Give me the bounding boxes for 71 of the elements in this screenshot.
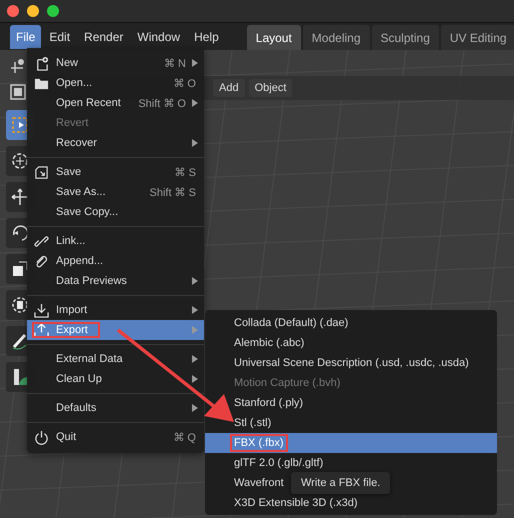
frame-icon[interactable] <box>8 82 28 102</box>
menu-item[interactable]: Recover <box>27 133 204 153</box>
menu-item[interactable]: Save ⌘ S <box>27 162 204 182</box>
submenu-arrow-icon <box>192 375 198 383</box>
workspace-tab[interactable]: UV Editing <box>440 25 514 50</box>
shortcut-text: ⌘ N <box>164 56 186 70</box>
menu-item[interactable]: Open Recent Shift ⌘ O <box>27 93 204 113</box>
menu-item[interactable]: Wavefront <box>205 473 286 493</box>
move-arrows-icon <box>10 187 30 207</box>
menu-item[interactable]: Render <box>78 24 130 48</box>
shortcut-text: ⌘ S <box>174 166 196 178</box>
import-icon <box>34 302 49 318</box>
new-file-icon <box>34 56 49 70</box>
menu-item[interactable]: Edit <box>43 24 76 48</box>
menu-item[interactable]: Save Copy... <box>27 202 204 222</box>
menu-item[interactable]: Open... ⌘ O <box>27 73 204 93</box>
header-menu-button[interactable]: Object <box>248 79 292 97</box>
submenu-arrow-icon <box>192 306 198 314</box>
menu-item[interactable]: New ⌘ N <box>27 53 204 73</box>
submenu-arrow-icon <box>192 99 198 107</box>
submenu-arrow-icon <box>192 355 198 363</box>
rotate-icon <box>10 223 30 243</box>
highlight-frame <box>32 322 100 338</box>
workspace-tab[interactable]: Layout <box>246 25 301 50</box>
menu-item[interactable]: X3D Extensible 3D (.x3d) <box>205 493 360 513</box>
header-menu-button[interactable]: Add <box>213 79 245 97</box>
menu-item[interactable]: Help <box>188 24 225 48</box>
menu-item[interactable]: File <box>10 24 42 48</box>
menu-item[interactable]: Data Previews <box>27 271 204 291</box>
menu-item[interactable]: Append... <box>27 251 204 271</box>
select-box-icon <box>10 115 30 135</box>
menu-item[interactable]: Save As... Shift ⌘ S <box>27 182 204 202</box>
shortcut-text: ⌘ Q <box>173 430 196 444</box>
zoom-button[interactable] <box>47 5 59 17</box>
minimize-button[interactable] <box>27 5 39 17</box>
menu-item[interactable]: Link... <box>27 231 204 251</box>
menu-item[interactable]: Window <box>131 24 186 48</box>
submenu-arrow-icon <box>192 404 198 412</box>
save-icon <box>34 164 49 180</box>
power-icon <box>34 430 49 444</box>
menu-item[interactable]: Collada (Default) (.dae) <box>205 313 350 333</box>
menu-item[interactable]: Stanford (.ply) <box>205 393 306 413</box>
menu-item[interactable]: External Data <box>27 349 204 369</box>
menu-item[interactable]: FBX (.fbx) <box>205 433 497 453</box>
scale-icon <box>10 259 30 279</box>
paperclip-icon <box>34 254 49 268</box>
menu-item[interactable]: Defaults <box>27 398 204 418</box>
export-icon <box>34 322 49 338</box>
workspace-tab[interactable]: Modeling <box>302 25 370 50</box>
shortcut-text: Shift ⌘ S <box>150 186 196 198</box>
menu-item[interactable]: Export <box>27 320 204 340</box>
tooltip: Write a FBX file. <box>291 472 390 494</box>
close-button[interactable] <box>7 5 19 17</box>
transform-icon <box>10 295 30 315</box>
shortcut-text: Shift ⌘ O <box>138 96 186 110</box>
menu-item[interactable]: Import <box>27 300 204 320</box>
submenu-arrow-icon <box>192 326 198 334</box>
link-icon <box>34 234 49 248</box>
menu-item[interactable]: Quit ⌘ Q <box>27 427 204 447</box>
menu-item[interactable]: Stl (.stl) <box>205 413 274 433</box>
cursor-icon <box>10 151 30 171</box>
workspace-tab[interactable]: Sculpting <box>372 25 439 50</box>
submenu-arrow-icon <box>192 59 198 67</box>
shortcut-text: ⌘ O <box>173 76 196 90</box>
highlight-frame <box>230 434 288 452</box>
menu-item[interactable]: Universal Scene Description (.usd, .usdc, .usda) <box>205 353 471 373</box>
menu-item[interactable]: Alembic (.abc) <box>205 333 306 353</box>
menu-item[interactable]: Clean Up <box>27 369 204 389</box>
submenu-arrow-icon <box>192 277 198 285</box>
menu-item[interactable]: glTF 2.0 (.glb/.gltf) <box>205 453 326 473</box>
submenu-arrow-icon <box>192 139 198 147</box>
